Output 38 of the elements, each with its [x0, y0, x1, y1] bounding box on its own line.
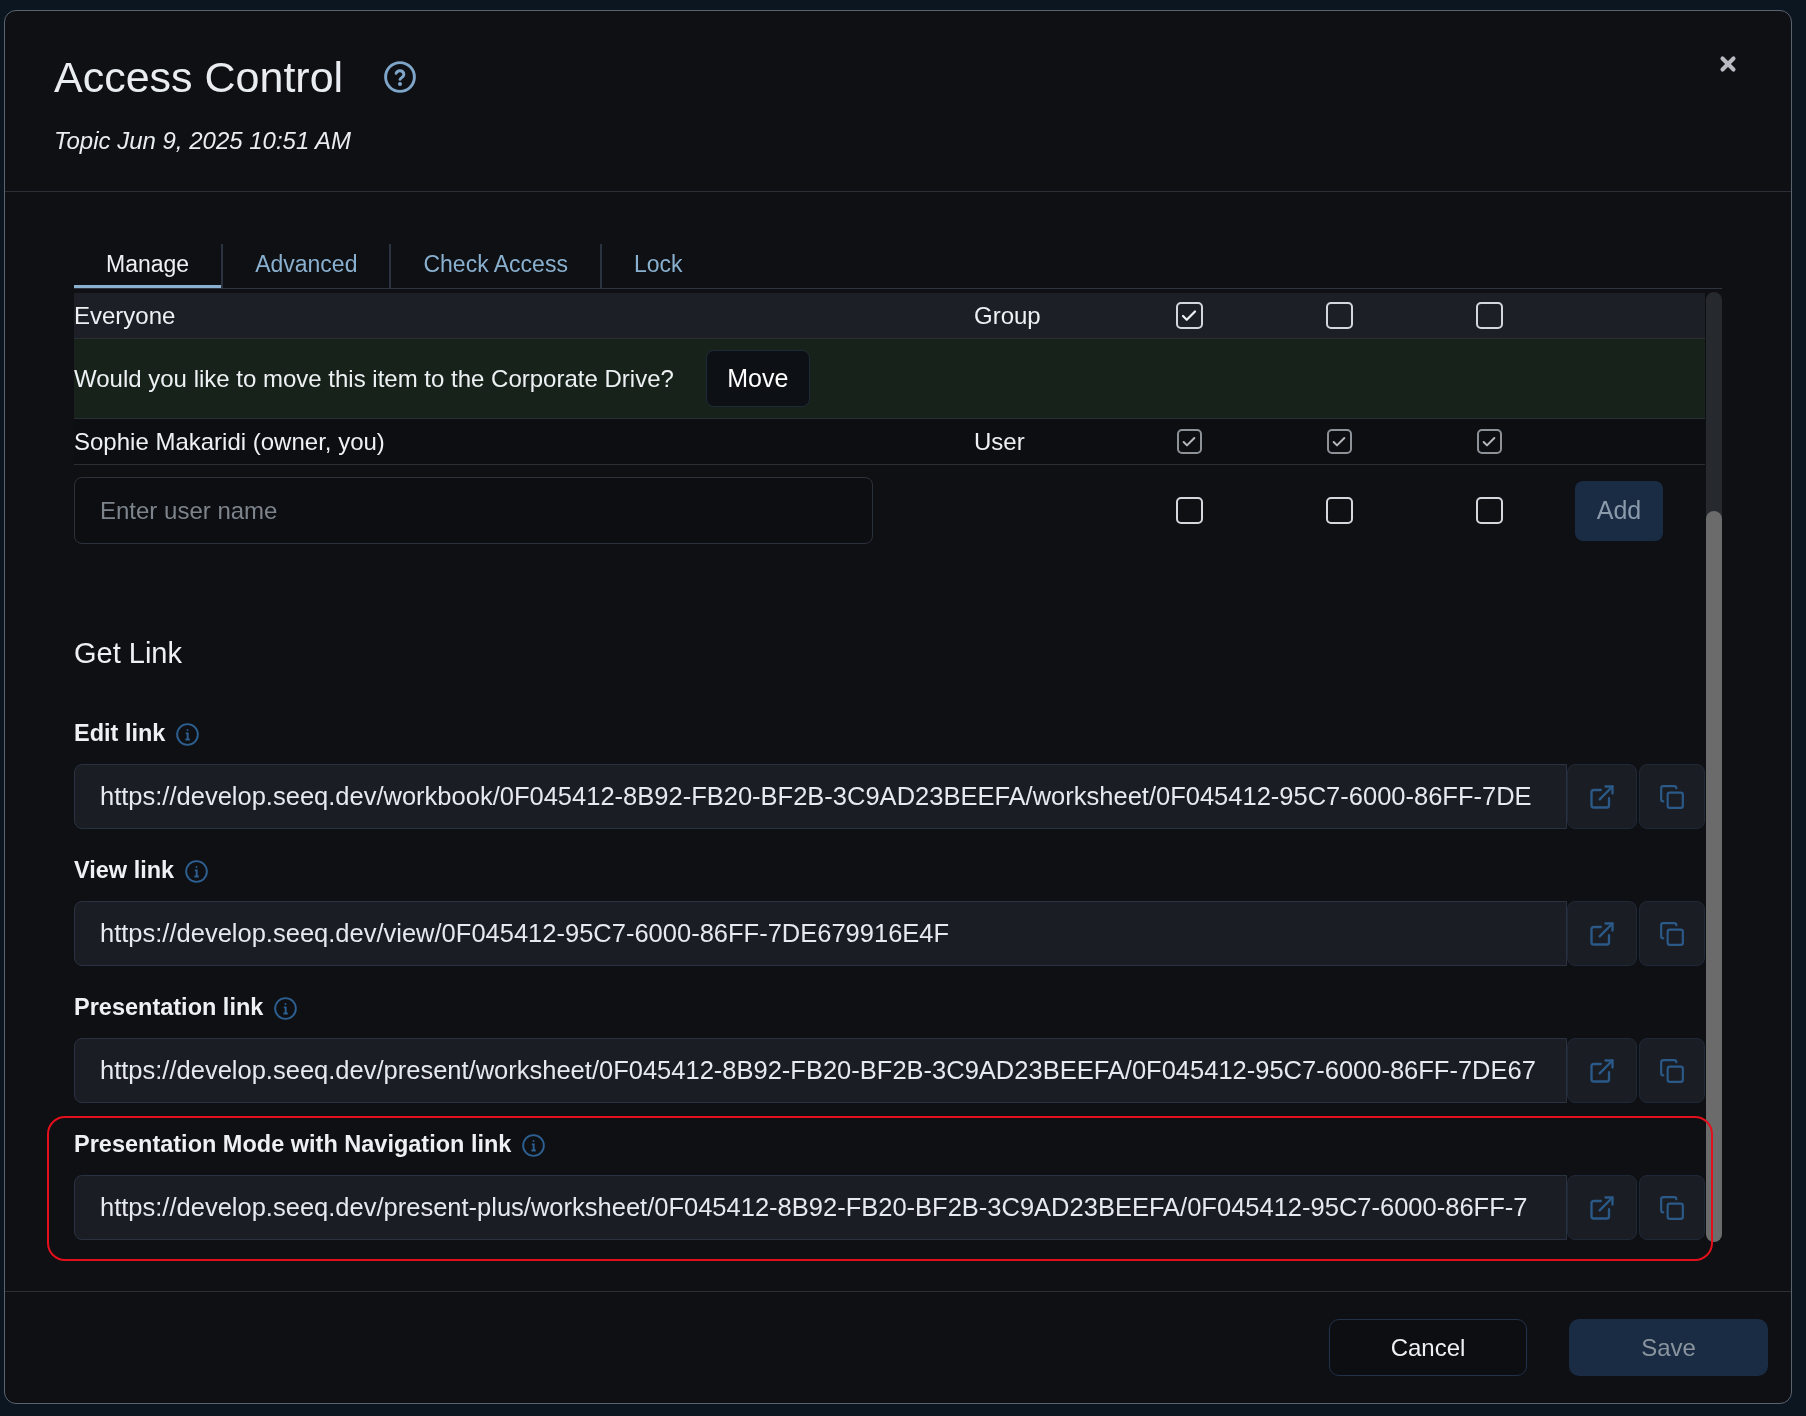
external-link-icon	[1588, 919, 1616, 948]
info-icon	[274, 996, 298, 1020]
tab[interactable]: Advanced	[223, 244, 390, 288]
member-name: Sophie Makaridi (owner, you)	[74, 426, 386, 457]
link-field[interactable]: https://develop.seeq.dev/view/0F045412-95C7-6000-86FF-7DE679916E4F	[74, 901, 1567, 966]
help-icon[interactable]	[384, 61, 417, 93]
field-label: Edit link	[74, 719, 166, 749]
copy-icon	[1659, 783, 1685, 810]
external-link-icon	[1588, 1056, 1616, 1085]
section-heading: Get Link	[74, 636, 183, 671]
tab[interactable]: Check Access	[391, 244, 600, 288]
info-icon	[185, 859, 209, 883]
member-type: User	[974, 426, 1026, 457]
info-icon	[176, 722, 200, 746]
close-button[interactable]	[1717, 53, 1739, 75]
link-field[interactable]: https://develop.seeq.dev/present/worksheet/0F045412-8B92-FB20-BF2B-3C9AD23BEEFA/0F045412-95C7-6000-86FF-7DE67	[74, 1038, 1567, 1103]
external-link-icon	[1588, 782, 1616, 811]
field-label: View link	[74, 856, 175, 886]
close-icon	[1717, 53, 1739, 75]
cancel-button[interactable]: Cancel	[1329, 1319, 1527, 1376]
tab[interactable]: Lock	[601, 244, 715, 288]
field-label: Presentation link	[74, 993, 264, 1023]
dialog-title: Access Control	[54, 52, 344, 103]
info-icon	[522, 1133, 546, 1157]
link-field[interactable]: https://develop.seeq.dev/workbook/0F045412-8B92-FB20-BF2B-3C9AD23BEEFA/worksheet/0F045412-95C7-6000-86FF-7DE	[74, 764, 1567, 829]
move-button[interactable]: Move	[705, 350, 810, 407]
scrollbar-thumb[interactable]	[1706, 511, 1722, 1242]
notice-text: Would you like to move this item to the Corporate Drive?	[74, 363, 674, 394]
dialog-subtitle: Topic Jun 9, 2025 10:51 AM	[54, 126, 353, 156]
copy-icon	[1659, 1194, 1685, 1221]
user-name-input[interactable]: Enter user name	[74, 477, 873, 544]
member-name: Everyone	[74, 300, 177, 331]
link-field[interactable]: https://develop.seeq.dev/present-plus/worksheet/0F045412-8B92-FB20-BF2B-3C9AD23BEEFA/0F045412-95C7-6000-86FF-7	[74, 1175, 1567, 1240]
copy-icon	[1659, 1057, 1685, 1084]
external-link-icon	[1588, 1193, 1616, 1222]
member-type: Group	[974, 300, 1042, 331]
field-label: Presentation Mode with Navigation link	[74, 1130, 512, 1160]
copy-icon	[1659, 920, 1685, 947]
